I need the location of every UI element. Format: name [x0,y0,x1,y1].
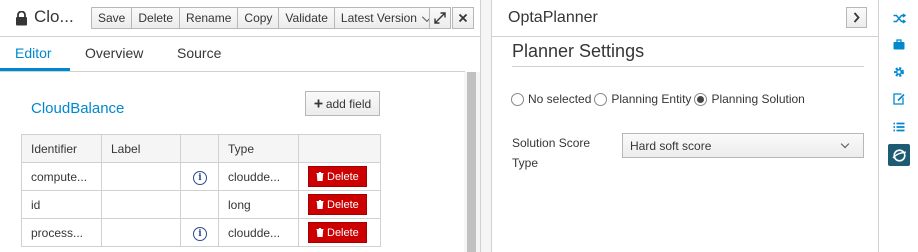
cell-label[interactable] [101,190,181,219]
gear-icon[interactable] [889,62,909,82]
radio-label-planning-solution[interactable]: Planning Solution [711,92,804,106]
chevron-down-icon [840,139,850,149]
cell-identifier[interactable]: process... [21,218,102,247]
table-row[interactable]: process... i cloudde... Delete [21,218,381,247]
delete-field-label: Delete [327,198,359,211]
briefcase-icon[interactable] [889,34,909,54]
table-header-row: Identifier Label Type [21,134,381,163]
fields-table: Identifier Label Type compute... i cloud… [21,134,381,247]
delete-field-button[interactable]: Delete [308,222,367,243]
tab-overview[interactable]: Overview [85,45,143,61]
column-header-type[interactable]: Type [218,134,299,163]
list-icon[interactable] [889,117,909,137]
editor-panel: Clo... Save Delete Rename Copy Validate … [0,0,481,252]
cell-identifier[interactable]: compute... [21,162,102,191]
entity-name-link[interactable]: CloudBalance [31,100,124,117]
column-header-info [180,134,219,163]
editor-titlebar: Clo... Save Delete Rename Copy Validate … [0,0,480,37]
trash-icon [316,172,324,181]
solution-score-type-select[interactable]: Hard soft score [622,133,864,158]
expand-icon [434,12,446,24]
divider [492,36,878,37]
delete-field-button[interactable]: Delete [308,166,367,187]
cell-type[interactable]: long [218,190,299,219]
radio-label-no-selected[interactable]: No selected [528,92,591,106]
editor-toolbar: Save Delete Rename Copy Validate Latest … [91,7,436,29]
divider [512,66,864,67]
edit-icon[interactable] [889,89,909,109]
planner-type-radio-group: No selected Planning Entity Planning Sol… [511,92,808,106]
cell-action: Delete [298,190,381,219]
column-header-label[interactable]: Label [101,134,181,163]
info-icon[interactable]: i [193,226,207,241]
optaplanner-icon[interactable] [888,144,910,166]
cell-label[interactable] [101,162,181,191]
trash-icon [316,200,324,209]
cell-type[interactable]: cloudde... [218,162,299,191]
latest-version-label: Latest Version [340,11,417,25]
radio-no-selected[interactable] [511,92,524,106]
cell-info: i [180,162,219,191]
copy-button[interactable]: Copy [237,7,280,29]
delete-button[interactable]: Delete [131,7,181,29]
table-row[interactable]: compute... i cloudde... Delete [21,162,381,191]
radio-planning-solution[interactable] [694,92,708,106]
validate-button[interactable]: Validate [278,7,335,29]
maximize-button[interactable] [429,7,451,29]
radio-label-planning-entity[interactable]: Planning Entity [611,92,691,106]
delete-field-label: Delete [327,226,359,239]
cell-identifier[interactable]: id [21,190,102,219]
tab-source[interactable]: Source [177,45,221,61]
cell-info: i [180,218,219,247]
editor-title: Clo... [34,7,74,26]
solution-score-type-label: Solution Score Type [512,136,591,170]
close-button[interactable] [452,7,474,29]
column-header-identifier[interactable]: Identifier [21,134,102,163]
latest-version-dropdown[interactable]: Latest Version [333,7,436,29]
cell-action: Delete [298,218,381,247]
planner-panel-title: OptaPlanner [508,9,598,26]
column-header-actions [298,134,381,163]
cell-type[interactable]: cloudde... [218,218,299,247]
add-field-label: add field [325,96,372,111]
planner-settings-heading: Planner Settings [512,41,645,61]
chevron-right-icon [853,12,860,23]
lock-icon[interactable] [15,11,28,26]
cell-label[interactable] [101,218,181,247]
active-tab-indicator [0,68,70,71]
close-icon [458,13,468,23]
shuffle-icon[interactable] [889,8,909,28]
rename-button[interactable]: Rename [179,7,239,29]
table-row[interactable]: id long Delete [21,190,381,219]
collapse-panel-button[interactable] [846,7,867,28]
delete-field-label: Delete [327,170,359,183]
save-button[interactable]: Save [91,7,133,29]
trash-icon [316,228,324,237]
plus-icon [314,99,323,108]
editor-tabs: Editor Overview Source [0,37,465,72]
add-field-button[interactable]: add field [305,91,380,116]
tab-editor[interactable]: Editor [15,45,52,61]
cell-action: Delete [298,162,381,191]
select-value: Hard soft score [630,138,712,153]
delete-field-button[interactable]: Delete [308,194,367,215]
scrollbar-thumb[interactable] [467,72,476,252]
radio-planning-entity[interactable] [594,92,608,106]
info-icon[interactable]: i [193,170,207,185]
panel-splitter[interactable] [481,0,492,252]
cell-info [180,190,219,219]
